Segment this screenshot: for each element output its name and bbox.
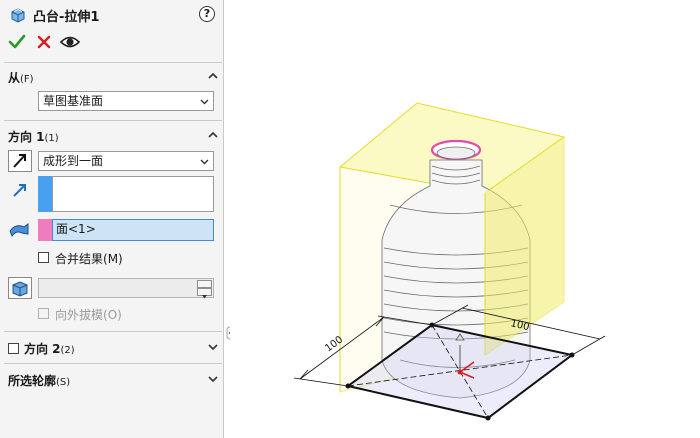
model-view[interactable]: 100 100	[230, 0, 700, 438]
direction2-checkbox[interactable]	[8, 343, 19, 354]
from-start-condition-select[interactable]: 草图基准面	[38, 91, 214, 111]
draft-outward-box	[38, 308, 49, 319]
chevron-up-icon[interactable]	[208, 130, 218, 140]
chevron-down-icon[interactable]	[208, 374, 218, 384]
draft-icon[interactable]	[8, 277, 32, 299]
section-direction1-header[interactable]: 方向 1(1)	[8, 127, 220, 145]
section-direction1-shortcut: (1)	[44, 133, 59, 144]
section-selected-contours-label: 所选轮廓	[8, 374, 57, 388]
direction-vector-swatch	[38, 176, 52, 212]
draft-outward-shortcut: (O)	[103, 308, 122, 322]
feature-titlebar: 凸台-拉伸1 ?	[0, 0, 224, 28]
chevron-down-icon	[200, 99, 209, 105]
direction-vector-icon	[13, 184, 26, 197]
property-manager: 凸台-拉伸1 ? 从(F) 草图基准面 方向 1(1) 成形到一面 面<1> 合…	[0, 0, 224, 438]
triangle-down-icon	[202, 295, 207, 299]
draft-outward-checkbox: 向外拔模(O)	[38, 306, 218, 322]
section-from-shortcut: (F)	[20, 74, 34, 85]
merge-result-checkbox[interactable]: 合并结果(M)	[38, 250, 218, 266]
end-condition-value: 成形到一面	[43, 154, 104, 168]
merge-result-label: 合并结果	[55, 252, 104, 266]
section-selected-contours-shortcut: (S)	[56, 377, 71, 388]
section-direction1-label: 方向 1	[8, 130, 45, 144]
feature-title: 凸台-拉伸1	[33, 10, 100, 25]
face-selection-swatch	[38, 219, 52, 241]
merge-result-shortcut: (M)	[103, 252, 123, 266]
help-icon[interactable]: ?	[199, 6, 215, 22]
section-direction2-header[interactable]: 方向 2(2)	[8, 339, 220, 357]
ok-check-icon[interactable]	[6, 31, 28, 53]
section-selected-contours-header[interactable]: 所选轮廓(S)	[8, 371, 220, 389]
divider	[4, 331, 222, 332]
graphics-area[interactable]: 100 100	[230, 0, 700, 438]
spinner-up-button[interactable]	[197, 280, 212, 291]
draft-angle-spinner[interactable]	[38, 278, 214, 299]
section-from-label: 从	[8, 71, 21, 85]
chevron-up-icon[interactable]	[208, 71, 218, 81]
chevron-down-icon	[200, 159, 209, 165]
from-start-condition-value: 草图基准面	[43, 94, 104, 108]
end-condition-select[interactable]: 成形到一面	[38, 151, 214, 171]
draft-outward-label: 向外拔模	[55, 308, 104, 322]
cancel-x-icon[interactable]	[33, 31, 55, 53]
divider	[4, 363, 222, 364]
section-direction2-label: 方向 2	[24, 342, 61, 356]
section-direction2-shortcut: (2)	[60, 345, 75, 356]
divider	[4, 62, 222, 63]
divider	[4, 120, 222, 121]
reverse-direction-icon[interactable]	[8, 150, 32, 172]
preview-eye-icon[interactable]	[59, 31, 81, 53]
chevron-down-icon[interactable]	[208, 342, 218, 352]
merge-result-box[interactable]	[38, 252, 49, 263]
extrude-feature-icon	[11, 8, 25, 23]
face-plane-icon	[9, 223, 29, 238]
section-from-header[interactable]: 从(F)	[8, 68, 220, 86]
direction-vector-field[interactable]	[52, 176, 214, 212]
face-selection-field[interactable]: 面<1>	[52, 219, 214, 241]
spinner-down-button[interactable]	[197, 288, 212, 299]
